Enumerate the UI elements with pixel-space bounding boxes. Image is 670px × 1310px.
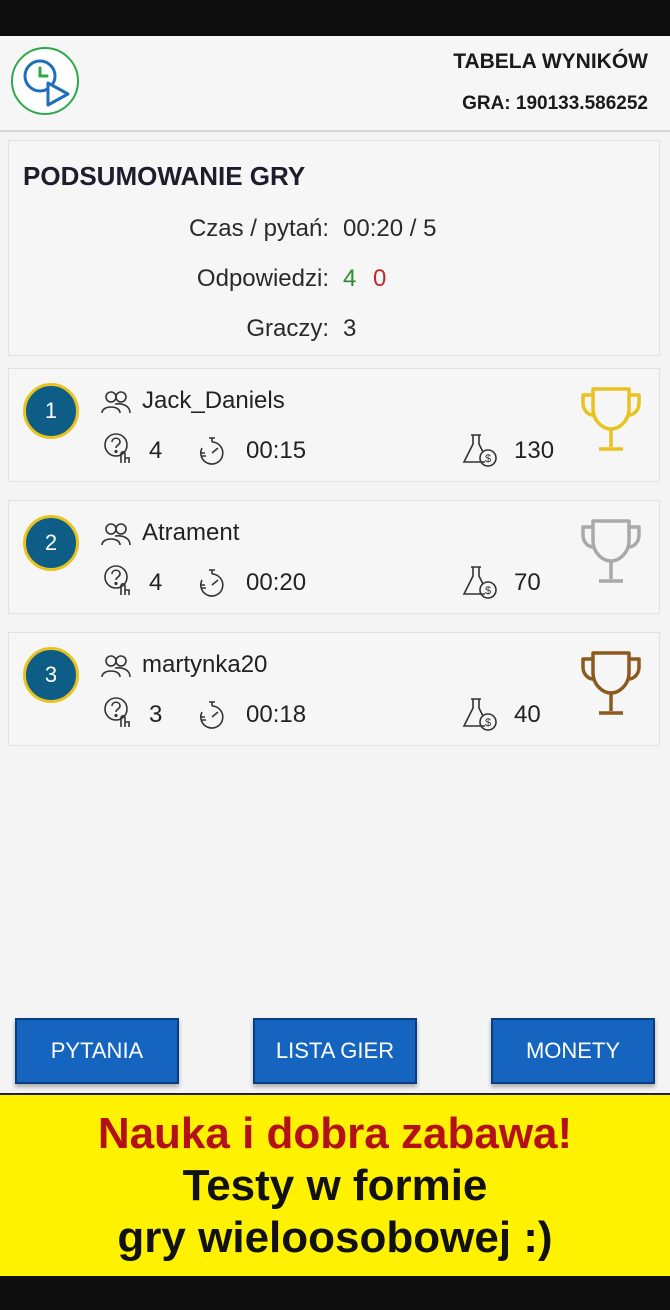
stopwatch-icon: [200, 569, 224, 597]
players-icon: [101, 655, 131, 678]
time-label: Czas / pytań:: [188, 215, 329, 242]
player-time: 00:15: [246, 437, 307, 464]
players-icon: [101, 391, 131, 414]
answers-count: 4: [149, 437, 163, 464]
answers-values: 4 0: [343, 265, 386, 293]
players-icon: [101, 523, 131, 546]
answers-label: Odpowiedzi:: [196, 265, 329, 292]
player-card[interactable]: 1 Jack_Daniels 4 00:15 $ 130: [8, 368, 660, 482]
svg-text:$: $: [485, 717, 491, 729]
coins-button[interactable]: MONETY: [491, 1018, 655, 1084]
promo-banner[interactable]: Nauka i dobra zabawa! Testy w formie gry…: [0, 1093, 670, 1276]
silver-trophy-icon: [581, 519, 641, 583]
players-label: Graczy:: [246, 315, 329, 342]
player-time: 00:20: [246, 569, 307, 596]
banner-line-2: Testy w formie: [182, 1161, 488, 1210]
answers-correct: 4: [343, 265, 357, 292]
page-title: TABELA WYNIKÓW: [453, 50, 648, 73]
summary-title: PODSUMOWANIE GRY: [23, 161, 306, 191]
svg-text:$: $: [485, 585, 491, 597]
games-list-button[interactable]: LISTA GIER: [253, 1018, 417, 1084]
coins-value: 40: [514, 701, 541, 728]
answers-count: 4: [149, 569, 163, 596]
svg-text:$: $: [485, 453, 491, 465]
question-tap-icon: [104, 565, 130, 595]
player-name: Jack_Daniels: [142, 387, 285, 414]
coins-value: 70: [514, 569, 541, 596]
bronze-trophy-icon: [581, 651, 641, 715]
question-tap-icon: [104, 433, 130, 463]
stopwatch-icon: [200, 437, 224, 465]
game-id: GRA: 190133.586252: [462, 93, 648, 114]
clock-play-logo-icon[interactable]: [10, 46, 80, 116]
time-value: 00:20 / 5: [343, 215, 437, 242]
answers-wrong: 0: [373, 265, 387, 292]
game-summary-card: PODSUMOWANIE GRY Czas / pytań: 00:20 / 5…: [8, 140, 660, 356]
question-tap-icon: [104, 697, 130, 727]
player-name: martynka20: [142, 651, 268, 678]
coins-value: 130: [514, 437, 555, 464]
questions-button[interactable]: PYTANIA: [15, 1018, 179, 1084]
stopwatch-icon: [200, 701, 224, 729]
banner-line-1: Nauka i dobra zabawa!: [97, 1109, 573, 1158]
coins-bag-icon: $: [462, 434, 497, 467]
rank-badge: 3: [23, 647, 79, 703]
player-time: 00:18: [246, 701, 307, 728]
player-name: Atrament: [142, 519, 240, 546]
coins-bag-icon: $: [462, 698, 497, 731]
status-bar: [0, 0, 670, 36]
gold-trophy-icon: [581, 387, 641, 451]
banner-line-3: gry wieloosobowej :): [117, 1213, 553, 1262]
app-header: TABELA WYNIKÓW GRA: 190133.586252: [0, 36, 670, 132]
rank-badge: 2: [23, 515, 79, 571]
player-card[interactable]: 2 Atrament 4 00:20 $ 70: [8, 500, 660, 614]
player-card[interactable]: 3 martynka20 3 00:18 $ 40: [8, 632, 660, 746]
rank-badge: 1: [23, 383, 79, 439]
coins-bag-icon: $: [462, 566, 497, 599]
answers-count: 3: [149, 701, 163, 728]
navigation-bar: [0, 1276, 670, 1310]
players-value: 3: [343, 315, 357, 342]
